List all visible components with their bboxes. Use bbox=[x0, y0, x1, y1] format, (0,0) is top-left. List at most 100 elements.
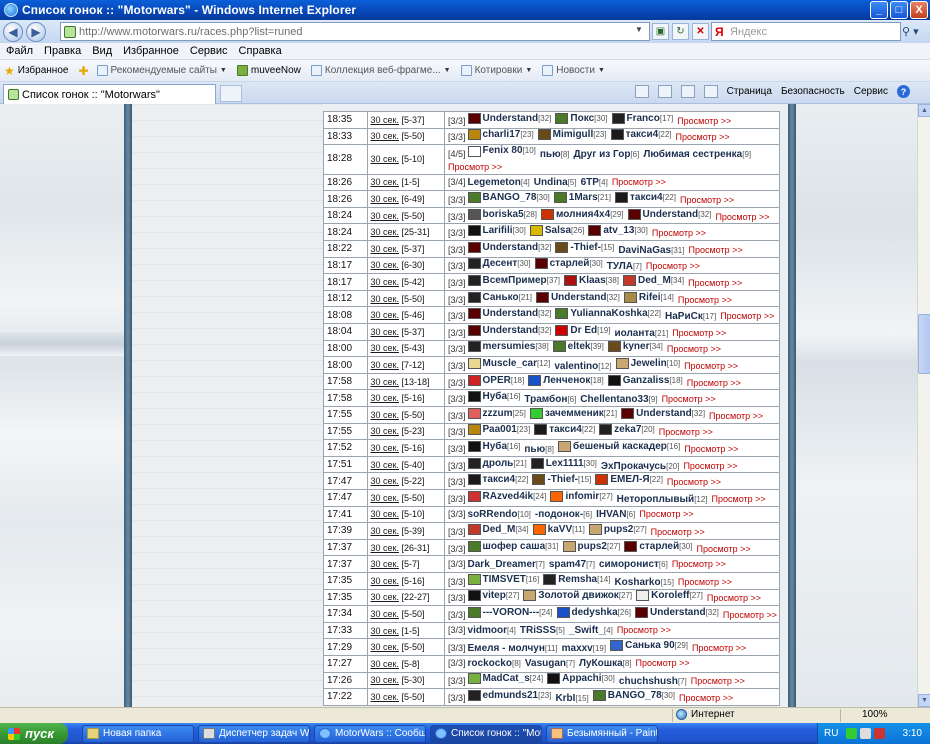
race-duration-link[interactable]: 30 сек. bbox=[371, 227, 399, 237]
player[interactable]: RAzved4ik [24] bbox=[467, 490, 546, 502]
player[interactable]: Ленченок [18] bbox=[528, 374, 604, 386]
race-duration-link[interactable]: 30 сек. bbox=[371, 194, 399, 204]
view-race-link[interactable]: Просмотр >> bbox=[662, 394, 716, 404]
player[interactable]: rockocko [8] bbox=[468, 658, 521, 669]
player[interactable]: Трамбон [6] bbox=[524, 394, 576, 405]
view-race-link[interactable]: Просмотр >> bbox=[651, 527, 705, 537]
player[interactable]: 1Mars [21] bbox=[553, 192, 611, 204]
view-race-link[interactable]: Просмотр >> bbox=[636, 658, 690, 668]
view-race-link[interactable]: Просмотр >> bbox=[617, 625, 671, 635]
player[interactable]: такси4 [22] bbox=[467, 474, 528, 486]
race-duration-link[interactable]: 30 сек. bbox=[371, 675, 399, 685]
player[interactable]: Undina [5] bbox=[534, 177, 577, 188]
player[interactable]: Друг из Гор [6] bbox=[574, 149, 640, 161]
address-dropdown-icon[interactable]: ▼ bbox=[635, 25, 647, 38]
race-duration-link[interactable]: 30 сек. bbox=[371, 460, 399, 470]
view-race-link[interactable]: Просмотр >> bbox=[646, 261, 700, 271]
player[interactable]: Санька 90 [29] bbox=[610, 640, 688, 652]
vertical-scrollbar[interactable]: ▲ ▼ bbox=[917, 104, 930, 707]
race-duration-link[interactable]: 30 сек. bbox=[371, 410, 399, 420]
player[interactable]: Franco [17] bbox=[611, 112, 673, 124]
player[interactable]: atv_13 [30] bbox=[588, 225, 648, 237]
stop-icon[interactable]: ✕ bbox=[692, 23, 709, 40]
race-duration-link[interactable]: 30 сек. bbox=[371, 692, 399, 702]
player[interactable]: Санько [21] bbox=[467, 291, 532, 303]
player[interactable]: ЕМЕЛ-Я [22] bbox=[595, 474, 663, 486]
race-duration-link[interactable]: 30 сек. bbox=[371, 343, 399, 353]
menu-tools[interactable]: Сервис bbox=[190, 45, 228, 57]
race-duration-link[interactable]: 30 сек. bbox=[371, 576, 399, 586]
player[interactable]: Ded_M [34] bbox=[467, 523, 529, 535]
fav-news[interactable]: Новости ▼ bbox=[542, 65, 605, 76]
compatibility-icon[interactable]: ▣ bbox=[652, 23, 669, 40]
player[interactable]: YuliannaKoshka [22] bbox=[555, 308, 661, 320]
player[interactable]: Understand [32] bbox=[627, 208, 711, 220]
view-race-link[interactable]: Просмотр >> bbox=[688, 245, 742, 255]
view-race-link[interactable]: Просмотр >> bbox=[692, 643, 746, 653]
race-duration-link[interactable]: 30 сек. bbox=[371, 592, 399, 602]
fav-quotes[interactable]: Котировки ▼ bbox=[460, 65, 532, 76]
player[interactable]: ЛуКошка [8] bbox=[579, 658, 632, 669]
player[interactable]: Legemeton [4] bbox=[468, 177, 530, 188]
player[interactable]: dedyshka [26] bbox=[556, 606, 631, 618]
player[interactable]: такси4 [22] bbox=[610, 129, 672, 141]
player[interactable]: ЭхПрокачусь [20] bbox=[601, 461, 680, 472]
race-duration-link[interactable]: 30 сек. bbox=[371, 277, 399, 287]
race-duration-link[interactable]: 30 сек. bbox=[371, 426, 399, 436]
fav-muveenow[interactable]: muveeNow bbox=[236, 65, 301, 76]
print-icon[interactable] bbox=[703, 85, 718, 98]
mail-icon[interactable] bbox=[680, 85, 695, 98]
race-duration-link[interactable]: 30 сек. bbox=[371, 327, 399, 337]
race-duration-link[interactable]: 30 сек. bbox=[371, 360, 399, 370]
player[interactable]: IHVAN [6] bbox=[596, 509, 635, 520]
player[interactable]: Appachi [30] bbox=[547, 673, 615, 685]
race-duration-link[interactable]: 30 сек. bbox=[371, 543, 399, 553]
player[interactable]: старлей [30] bbox=[624, 540, 692, 552]
player[interactable]: Remsha [14] bbox=[543, 573, 610, 585]
player[interactable]: Vasugan [7] bbox=[525, 658, 575, 669]
home-icon[interactable] bbox=[634, 85, 649, 98]
player[interactable]: зачемменик [21] bbox=[529, 407, 617, 419]
maximize-button[interactable]: □ bbox=[890, 1, 908, 19]
player[interactable]: Kosharko [15] bbox=[614, 577, 673, 588]
player[interactable]: kaVV [11] bbox=[532, 523, 585, 535]
fav-web-slices[interactable]: Коллекция веб-фрагме... ▼ bbox=[310, 65, 451, 76]
new-tab-button[interactable] bbox=[220, 85, 242, 102]
address-bar[interactable]: http://www.motorwars.ru/races.php?list=r… bbox=[60, 22, 650, 41]
menu-favorites[interactable]: Избранное bbox=[123, 45, 179, 57]
player[interactable]: MadCat_s [24] bbox=[467, 673, 543, 685]
player[interactable]: vidmoor [4] bbox=[468, 625, 516, 636]
language-indicator[interactable]: RU bbox=[824, 728, 838, 739]
player[interactable]: kyner [34] bbox=[607, 341, 663, 353]
zoom-level[interactable]: 100% bbox=[862, 709, 888, 720]
race-duration-link[interactable]: 30 сек. bbox=[371, 211, 399, 221]
player[interactable]: симоронист [6] bbox=[599, 559, 668, 570]
back-button[interactable]: ◀ bbox=[3, 21, 23, 42]
view-race-link[interactable]: Просмотр >> bbox=[696, 544, 750, 554]
player[interactable]: Любимая сестренка [9] bbox=[643, 149, 751, 161]
player[interactable]: Dark_Dreamer [7] bbox=[468, 559, 545, 570]
player[interactable]: -Thief- [15] bbox=[532, 474, 591, 486]
view-race-link[interactable]: Просмотр >> bbox=[639, 509, 693, 519]
race-duration-link[interactable]: 30 сек. bbox=[371, 294, 399, 304]
race-duration-link[interactable]: 30 сек. bbox=[371, 659, 399, 669]
view-race-link[interactable]: Просмотр >> bbox=[677, 116, 731, 126]
tab-race-list[interactable]: Список гонок :: "Motorwars" bbox=[3, 84, 216, 104]
scroll-up-button[interactable]: ▲ bbox=[918, 104, 930, 117]
view-race-link[interactable]: Просмотр >> bbox=[667, 344, 721, 354]
window-titlebar[interactable]: Список гонок :: "Motorwars" - Windows In… bbox=[0, 0, 930, 20]
search-icon[interactable]: ⚲ ▾ bbox=[902, 23, 928, 40]
player[interactable]: soRRendo [10] bbox=[468, 509, 531, 520]
player[interactable]: молния4х4 [29] bbox=[541, 208, 624, 220]
player[interactable]: zeka7 [20] bbox=[599, 424, 655, 436]
race-duration-link[interactable]: 30 сек. bbox=[371, 393, 399, 403]
player[interactable]: Dr Ed [19] bbox=[555, 324, 610, 336]
player[interactable]: Salsa [26] bbox=[529, 225, 584, 237]
search-box[interactable]: Я Яндекс bbox=[711, 22, 901, 41]
fav-suggested-sites[interactable]: Рекомендуемые сайты ▼ bbox=[96, 65, 227, 76]
player[interactable]: eltek [39] bbox=[552, 341, 604, 353]
player[interactable]: maxxv [19] bbox=[562, 643, 606, 654]
view-race-link[interactable]: Просмотр >> bbox=[672, 559, 726, 569]
player[interactable]: Mimigull [23] bbox=[537, 129, 607, 141]
player[interactable]: Fenix 80 [10] bbox=[467, 146, 536, 158]
